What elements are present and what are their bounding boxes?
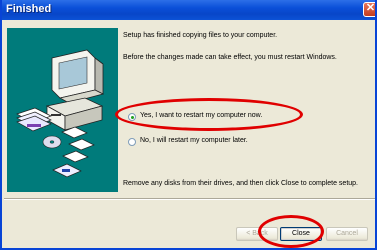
close-button[interactable]: Close bbox=[280, 227, 322, 241]
title-bar[interactable]: Finished ✕ bbox=[2, 0, 376, 20]
radio-button-unselected[interactable] bbox=[128, 138, 136, 146]
radio-selected-dot bbox=[131, 116, 134, 119]
window-close-button[interactable]: ✕ bbox=[363, 2, 376, 17]
content-area: Setup has finished copying files to your… bbox=[123, 24, 375, 194]
computer-case-icon bbox=[45, 97, 104, 131]
message-finished-copying: Setup has finished copying files to your… bbox=[123, 32, 278, 39]
message-restart-required: Before the changes made can take effect,… bbox=[123, 54, 337, 61]
window-title: Finished bbox=[6, 3, 52, 15]
monitor-icon bbox=[51, 49, 105, 104]
radio-button-selected[interactable] bbox=[128, 113, 136, 121]
computer-and-disks-illustration bbox=[16, 49, 105, 178]
disk-stack-icon bbox=[16, 107, 52, 132]
radio-restart-now-label: Yes, I want to restart my computer now. bbox=[140, 112, 263, 119]
back-button[interactable]: < Back bbox=[236, 227, 278, 241]
close-icon: ✕ bbox=[365, 2, 376, 14]
setup-dialog: Finished ✕ Setup has finished copying fi… bbox=[0, 0, 377, 250]
button-divider bbox=[4, 198, 375, 200]
cancel-button[interactable]: Cancel bbox=[326, 227, 368, 241]
setup-illustration-panel bbox=[7, 28, 118, 192]
message-remove-disks: Remove any disks from their drives, and … bbox=[123, 180, 358, 187]
floppy-disks-icon bbox=[52, 126, 95, 178]
cd-disc-icon bbox=[42, 135, 62, 149]
radio-restart-later[interactable]: No, I will restart my computer later. bbox=[128, 137, 328, 149]
radio-restart-later-label: No, I will restart my computer later. bbox=[140, 137, 248, 144]
radio-restart-now[interactable]: Yes, I want to restart my computer now. bbox=[128, 112, 328, 124]
